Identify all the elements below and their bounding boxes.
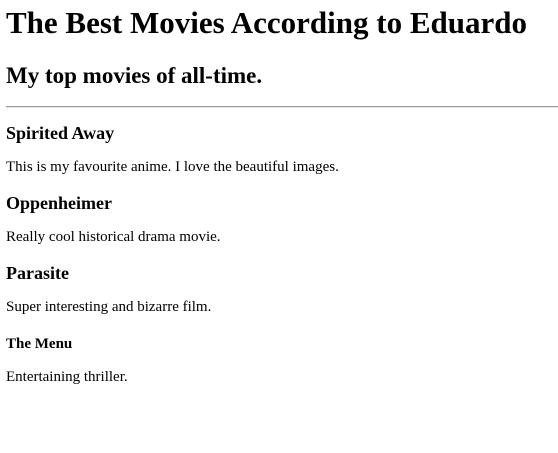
movie-item: The Menu Entertaining thriller. <box>6 334 558 386</box>
movie-item: Parasite Super interesting and bizarre f… <box>6 262 558 316</box>
movie-title: Spirited Away <box>6 123 115 143</box>
movie-description: Really cool historical drama movie. <box>6 229 221 245</box>
movie-item: Oppenheimer Really cool historical drama… <box>6 192 558 246</box>
movie-title: Parasite <box>6 263 69 283</box>
movie-description: Entertaining thriller. <box>6 369 128 385</box>
movie-title: Oppenheimer <box>6 193 112 213</box>
movie-list: Spirited Away This is my favourite anime… <box>6 122 558 386</box>
movie-description: This is my favourite anime. I love the b… <box>6 159 339 175</box>
movie-item: Spirited Away This is my favourite anime… <box>6 122 558 176</box>
page-subtitle: My top movies of all-time. <box>6 63 263 88</box>
page-title: The Best Movies According to Eduardo <box>6 5 527 40</box>
movie-description: Super interesting and bizarre film. <box>6 299 212 315</box>
movie-title: The Menu <box>6 336 73 352</box>
page-content: The Best Movies According to Eduardo My … <box>0 5 558 386</box>
divider <box>6 106 558 108</box>
